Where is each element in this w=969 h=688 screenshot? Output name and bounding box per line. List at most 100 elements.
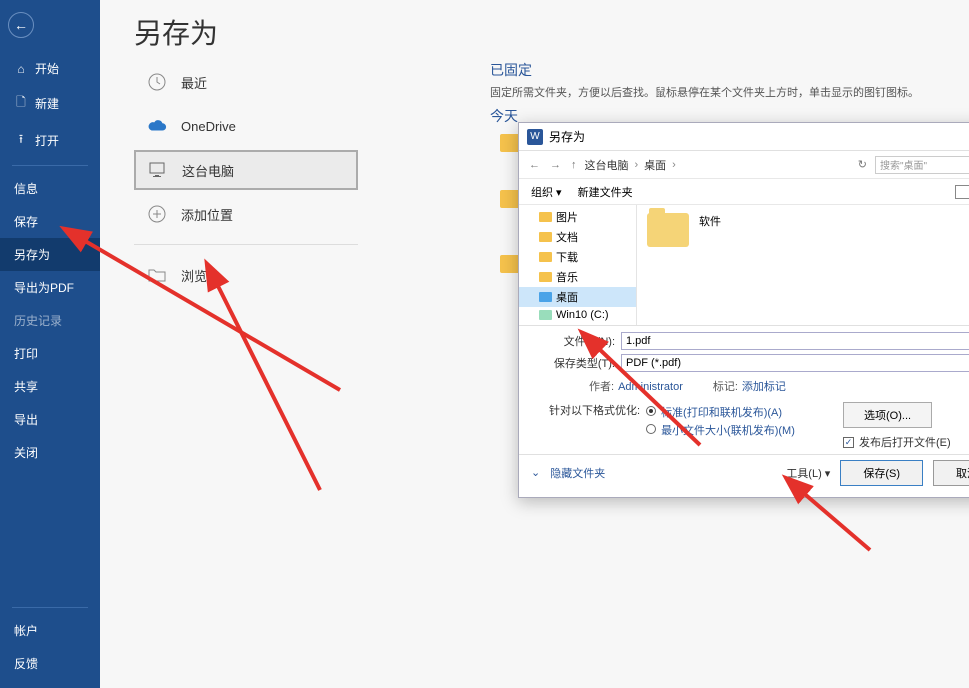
folder-icon[interactable] <box>647 213 689 247</box>
nav-saveas[interactable]: 另存为 <box>0 238 100 271</box>
nav-label: 关闭 <box>14 444 38 461</box>
chevron-right-icon: › <box>672 159 676 171</box>
tag-key: 标记: <box>713 381 738 393</box>
save-button[interactable]: 保存(S) <box>840 460 923 486</box>
breadcrumb[interactable]: 桌面 <box>644 157 666 173</box>
nav-label: 导出 <box>14 411 38 428</box>
nav-label: 信息 <box>14 180 38 197</box>
dialog-title: 另存为 <box>549 128 585 145</box>
nav-label: 保存 <box>14 213 38 230</box>
nav-home[interactable]: ⌂ 开始 <box>0 52 100 85</box>
folder-icon <box>539 272 552 282</box>
organize-menu[interactable]: 组织 ▾ <box>531 184 562 200</box>
nav-back-icon[interactable]: ← <box>527 159 542 171</box>
dialog-footer: ⌄ 隐藏文件夹 工具(L) ▾ 保存(S) 取消 <box>519 454 969 490</box>
folder-label: 软件 <box>699 213 721 229</box>
nav-info[interactable]: 信息 <box>0 172 100 205</box>
tools-menu[interactable]: 工具(L) ▾ <box>786 465 830 481</box>
pinned-section: 已固定 固定所需文件夹，方便以后查找。鼠标悬停在某个文件夹上方时，单击显示的图钉… <box>490 60 949 100</box>
checkbox-label: 发布后打开文件(E) <box>859 434 951 450</box>
file-list[interactable]: 软件 <box>637 205 969 325</box>
tree-label: 文档 <box>556 229 578 245</box>
author-key: 作者: <box>589 381 614 393</box>
location-addplace[interactable]: 添加位置 <box>134 194 358 234</box>
dialog-fields: 文件名(N): 1.pdf 保存类型(T): PDF (*.pdf) 作者:Ad… <box>519 325 969 454</box>
nav-history[interactable]: 历史记录 <box>0 304 100 337</box>
page-title: 另存为 <box>100 0 969 68</box>
pinned-description: 固定所需文件夹，方便以后查找。鼠标悬停在某个文件夹上方时，单击显示的图钉图标。 <box>490 84 949 100</box>
tree-item[interactable]: 文档 <box>519 227 636 247</box>
nav-label: 共享 <box>14 378 38 395</box>
tree-item-desktop[interactable]: 桌面 <box>519 287 636 307</box>
nav-feedback[interactable]: 反馈 <box>0 647 100 680</box>
location-onedrive[interactable]: OneDrive <box>134 106 358 146</box>
openafter-checkbox[interactable]: ✓发布后打开文件(E) <box>843 434 969 450</box>
location-label: 最近 <box>181 73 207 92</box>
backstage-sidebar: ← ⌂ 开始 🗋新建 ⭱打开 信息 保存 另存为 导出为PDF 历史记录 打印 共… <box>0 0 100 688</box>
new-folder-button[interactable]: 新建文件夹 <box>578 184 633 200</box>
folder-tree: 图片 文档 下载 音乐 桌面 Win10 (C:) <box>519 205 637 325</box>
nav-label: 帐户 <box>14 622 38 639</box>
location-label: 添加位置 <box>181 205 233 224</box>
collapse-icon[interactable]: ⌄ <box>531 466 540 479</box>
nav-export[interactable]: 导出 <box>0 403 100 436</box>
options-button[interactable]: 选项(O)... <box>843 402 932 428</box>
location-list: 最近 OneDrive 这台电脑 添加位置 浏览 <box>134 62 358 299</box>
drive-icon <box>539 310 552 320</box>
hide-folders-link[interactable]: 隐藏文件夹 <box>550 465 605 481</box>
cancel-button[interactable]: 取消 <box>933 460 969 486</box>
main-panel: 另存为 最近 OneDrive 这台电脑 添加位置 浏览 已固定 固定所需文件夹… <box>100 0 969 688</box>
nav-label: 新建 <box>35 95 59 112</box>
author-value[interactable]: Administrator <box>618 381 683 393</box>
nav-exportpdf[interactable]: 导出为PDF <box>0 271 100 304</box>
separator <box>12 165 88 166</box>
nav-close[interactable]: 关闭 <box>0 436 100 469</box>
view-options-icon[interactable] <box>955 185 969 199</box>
tree-item[interactable]: 图片 <box>519 207 636 227</box>
folder-icon <box>539 212 552 222</box>
location-thispc[interactable]: 这台电脑 <box>134 150 358 190</box>
nav-account[interactable]: 帐户 <box>0 614 100 647</box>
tree-item[interactable]: 音乐 <box>519 267 636 287</box>
tag-value[interactable]: 添加标记 <box>742 381 786 393</box>
nav-new[interactable]: 🗋新建 <box>0 85 100 122</box>
dialog-navbar: ← → ↑ 这台电脑 › 桌面 › ↻ 搜索"桌面"🔍 <box>519 151 969 179</box>
chevron-right-icon: › <box>635 159 639 171</box>
back-button[interactable]: ← <box>8 12 34 38</box>
tree-label: 图片 <box>556 209 578 225</box>
nav-label: 另存为 <box>14 246 50 263</box>
tree-item[interactable]: 下载 <box>519 247 636 267</box>
dialog-body: 图片 文档 下载 音乐 桌面 Win10 (C:) 软件 <box>519 205 969 325</box>
home-icon: ⌂ <box>14 62 28 76</box>
optimize-min-radio[interactable]: 最小文件大小(联机发布)(M) <box>646 422 795 438</box>
nav-open[interactable]: ⭱打开 <box>0 122 100 159</box>
nav-save[interactable]: 保存 <box>0 205 100 238</box>
dialog-toolbar: 组织 ▾ 新建文件夹 ? <box>519 179 969 205</box>
tree-item-drive[interactable]: Win10 (C:) <box>519 307 636 323</box>
breadcrumb[interactable]: 这台电脑 <box>585 157 629 173</box>
nav-up-icon[interactable]: ↑ <box>569 159 579 171</box>
tree-label: 桌面 <box>556 289 578 305</box>
separator <box>12 607 88 608</box>
nav-share[interactable]: 共享 <box>0 370 100 403</box>
nav-print[interactable]: 打印 <box>0 337 100 370</box>
optimize-standard-radio[interactable]: 标准(打印和联机发布)(A) <box>646 404 795 420</box>
nav-label: 打印 <box>14 345 38 362</box>
folder-icon <box>539 252 552 262</box>
pc-icon <box>148 160 168 180</box>
nav-fwd-icon[interactable]: → <box>548 159 563 171</box>
cloud-icon <box>147 116 167 136</box>
folder-icon <box>539 232 552 242</box>
location-recent[interactable]: 最近 <box>134 62 358 102</box>
today-section: 今天 <box>490 106 518 126</box>
clock-icon <box>147 72 167 92</box>
refresh-icon[interactable]: ↻ <box>856 158 869 171</box>
search-input[interactable]: 搜索"桌面"🔍 <box>875 156 969 174</box>
nav-label: 开始 <box>35 60 59 77</box>
filename-input[interactable]: 1.pdf <box>621 332 969 350</box>
location-label: 浏览 <box>181 266 207 285</box>
radio-icon <box>646 424 656 434</box>
filetype-dropdown[interactable]: PDF (*.pdf) <box>621 354 969 372</box>
search-placeholder: 搜索"桌面" <box>880 157 927 172</box>
location-browse[interactable]: 浏览 <box>134 255 358 295</box>
